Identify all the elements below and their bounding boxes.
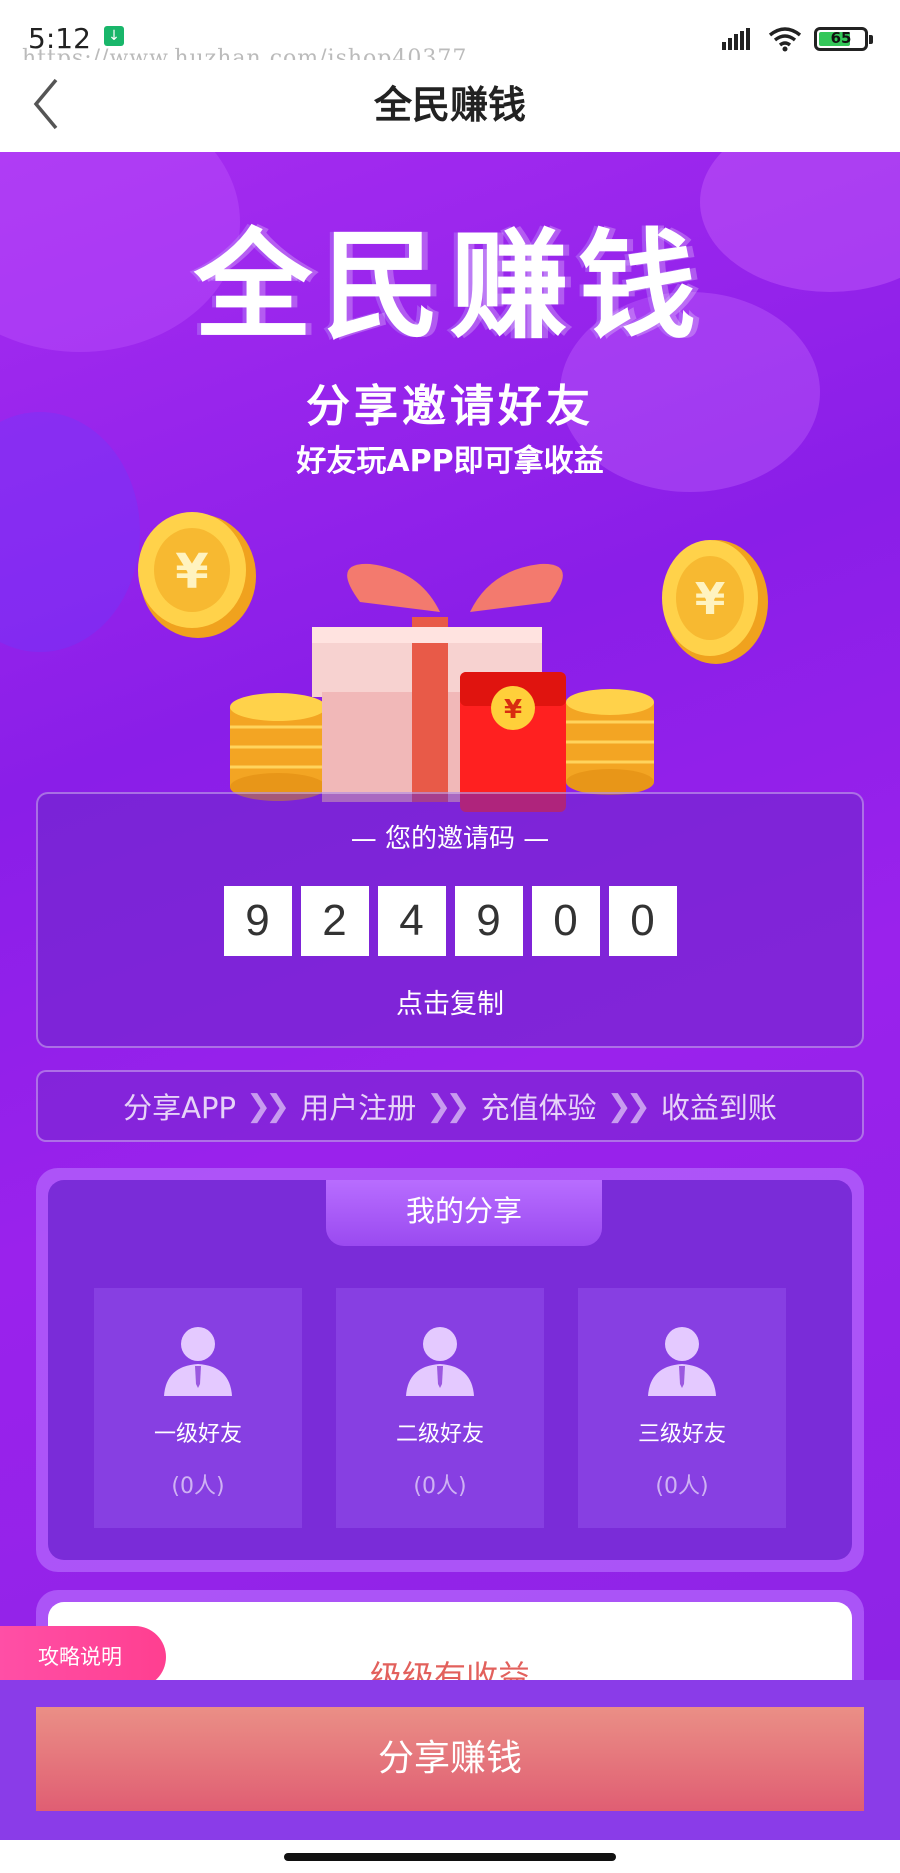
step-share-app: 分享APP bbox=[123, 1091, 236, 1125]
friend-level-3[interactable]: 三级好友 (0人) bbox=[578, 1288, 786, 1528]
step-recharge: 充值体验 bbox=[480, 1091, 597, 1125]
invite-code-digit: 9 bbox=[223, 886, 292, 956]
strategy-heading: 级级有收益 bbox=[369, 1658, 530, 1682]
bottom-bar: 分享赚钱 bbox=[0, 1680, 900, 1840]
friend-level-count: (0人) bbox=[413, 1474, 467, 1499]
step-earnings: 收益到账 bbox=[660, 1091, 777, 1125]
invite-code-card: — 您的邀请码 — 9 2 4 9 0 0 点击复制 bbox=[36, 792, 864, 1048]
my-share-section: 我的分享 一级好友 (0人) 二级好友 (0人) 三级好友 (0人) bbox=[36, 1168, 864, 1572]
svg-text:¥: ¥ bbox=[175, 544, 208, 600]
invite-code-digits: 9 2 4 9 0 0 bbox=[38, 886, 862, 956]
invite-code-digit: 0 bbox=[608, 886, 677, 956]
svg-text:¥: ¥ bbox=[695, 574, 726, 625]
home-indicator[interactable] bbox=[284, 1853, 616, 1861]
double-chevron-right-icon: ❯❯ bbox=[606, 1088, 651, 1124]
share-earn-button[interactable]: 分享赚钱 bbox=[36, 1707, 864, 1811]
system-nav-area bbox=[0, 1840, 900, 1873]
invite-code-digit: 0 bbox=[531, 886, 600, 956]
download-icon: ↓ bbox=[104, 26, 124, 46]
double-chevron-right-icon: ❯❯ bbox=[426, 1088, 470, 1124]
hero-subtitle: 分享邀请好友 bbox=[306, 381, 594, 432]
friend-level-label: 二级好友 bbox=[395, 1422, 484, 1447]
coin-stack-icon bbox=[230, 693, 326, 801]
friend-level-count: (0人) bbox=[655, 1474, 709, 1499]
red-envelope-icon: ¥ bbox=[460, 672, 566, 812]
my-share-tab: 我的分享 bbox=[326, 1180, 602, 1246]
svg-text:¥: ¥ bbox=[504, 695, 522, 725]
invite-code-digit: 4 bbox=[377, 886, 446, 956]
signal-icon bbox=[722, 28, 750, 50]
status-icons: 65 bbox=[722, 26, 873, 52]
friend-level-count: (0人) bbox=[171, 1474, 225, 1499]
main-content: 全民赚钱 分享邀请好友 好友玩APP即可拿收益 ¥ ¥ ¥ — 您的邀请码 — … bbox=[0, 152, 900, 1682]
page-title: 全民赚钱 bbox=[373, 83, 526, 127]
coin-icon: ¥ bbox=[662, 540, 768, 664]
invite-code-digit: 2 bbox=[300, 886, 369, 956]
friend-level-1[interactable]: 一级好友 (0人) bbox=[94, 1288, 302, 1528]
wifi-icon bbox=[768, 27, 802, 52]
battery-icon: 65 bbox=[814, 27, 873, 51]
invite-code-digit: 9 bbox=[454, 886, 523, 956]
hero-title: 全民赚钱 bbox=[193, 217, 706, 355]
double-chevron-right-icon: ❯❯ bbox=[245, 1088, 290, 1124]
my-share-panel: 我的分享 一级好友 (0人) 二级好友 (0人) 三级好友 (0人) bbox=[48, 1180, 852, 1560]
coin-icon: ¥ bbox=[138, 512, 256, 638]
user-icon bbox=[406, 1327, 474, 1396]
user-icon bbox=[164, 1327, 232, 1396]
coin-stack-icon bbox=[566, 689, 654, 795]
copy-code-button[interactable]: 点击复制 bbox=[38, 982, 862, 1021]
invite-code-label: — 您的邀请码 — bbox=[350, 824, 550, 854]
process-steps: 分享APP ❯❯ 用户注册 ❯❯ 充值体验 ❯❯ 收益到账 bbox=[36, 1070, 864, 1142]
friend-level-label: 三级好友 bbox=[637, 1422, 726, 1447]
step-register: 用户注册 bbox=[300, 1091, 417, 1125]
app-header: 全民赚钱 bbox=[0, 60, 900, 152]
user-icon bbox=[648, 1327, 716, 1396]
friend-level-label: 一级好友 bbox=[153, 1422, 242, 1447]
friend-level-2[interactable]: 二级好友 (0人) bbox=[336, 1288, 544, 1528]
battery-level: 65 bbox=[830, 29, 852, 47]
